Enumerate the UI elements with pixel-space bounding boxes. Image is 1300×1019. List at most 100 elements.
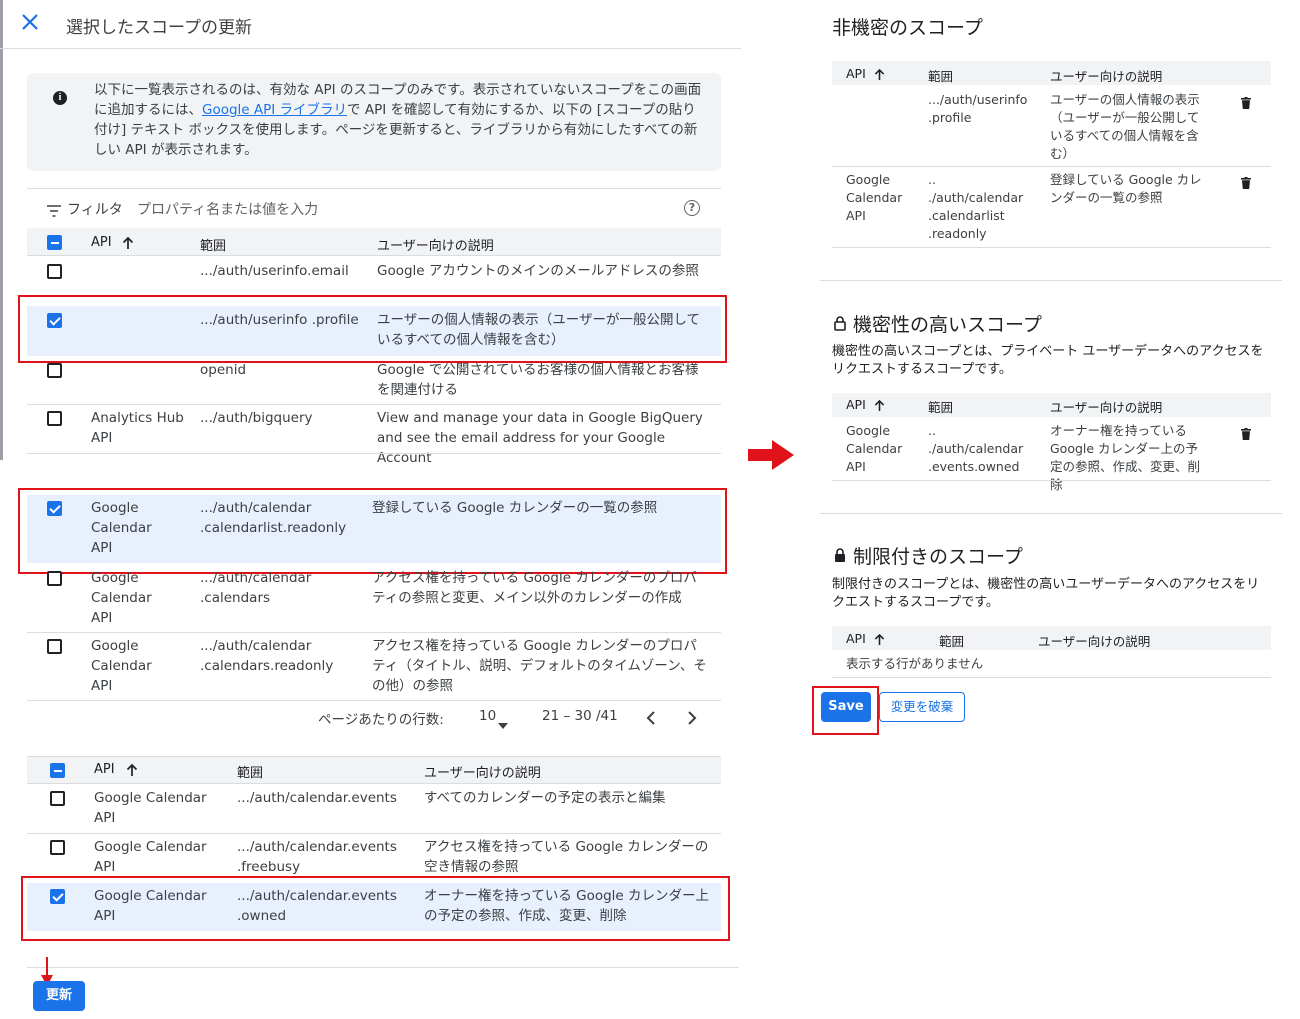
rows-per-page-label: ページあたりの行数: bbox=[318, 712, 444, 728]
row-api: Google Calendar API bbox=[846, 423, 903, 474]
dropdown-icon[interactable] bbox=[498, 714, 508, 733]
sort-arrow-icon[interactable] bbox=[126, 762, 138, 781]
row-scope: .. ./auth/calendar .events.owned bbox=[928, 423, 1024, 474]
row-description: View and manage your data in Google BigQ… bbox=[377, 410, 703, 466]
api-library-link[interactable]: Google API ライブラリ bbox=[202, 102, 347, 118]
close-icon[interactable] bbox=[20, 12, 42, 34]
column-api[interactable]: API bbox=[846, 397, 866, 412]
row-checkbox[interactable] bbox=[47, 639, 62, 654]
sensitive-description: 機密性の高いスコープとは、プライベート ユーザーデータへのアクセスをリクエストす… bbox=[832, 344, 1264, 377]
row-checkbox[interactable] bbox=[50, 791, 65, 806]
column-description: ユーザー向けの説明 bbox=[1038, 634, 1151, 649]
row-description: アクセス権を持っている Google カレンダーの空き情報の参照 bbox=[424, 839, 709, 875]
column-description: ユーザー向けの説明 bbox=[1050, 69, 1163, 84]
row-checkbox[interactable] bbox=[50, 840, 65, 855]
sort-arrow-icon[interactable] bbox=[874, 631, 885, 650]
row-scope: .../auth/bigquery bbox=[200, 410, 313, 426]
row-api: Google Calendar API bbox=[91, 638, 152, 694]
row-divider bbox=[832, 247, 1271, 248]
row-checkbox[interactable] bbox=[47, 411, 62, 426]
arrow-right-icon bbox=[748, 440, 794, 474]
row-divider bbox=[832, 480, 1271, 481]
row-api: Google Calendar API bbox=[846, 172, 903, 223]
row-api: Analytics Hub API bbox=[91, 410, 184, 446]
select-all-checkbox[interactable] bbox=[50, 763, 65, 778]
update-button[interactable]: 更新 bbox=[33, 981, 85, 1011]
row-divider bbox=[27, 404, 721, 405]
row-divider bbox=[27, 700, 721, 701]
highlight-box bbox=[812, 686, 879, 735]
row-divider bbox=[27, 453, 721, 454]
row-description: 登録している Google カレンダーの一覧の参照 bbox=[1050, 172, 1202, 205]
row-api: Google Calendar API bbox=[91, 570, 152, 626]
row-checkbox[interactable] bbox=[47, 264, 62, 279]
column-api[interactable]: API bbox=[846, 66, 866, 81]
row-divider bbox=[832, 677, 1271, 678]
row-scope: .../auth/calendar.events bbox=[237, 790, 397, 806]
column-api[interactable]: API bbox=[846, 631, 866, 646]
discard-button[interactable]: 変更を破棄 bbox=[879, 692, 965, 722]
row-description: アクセス権を持っている Google カレンダーのプロパティの参照と変更、メイン… bbox=[372, 570, 697, 606]
info-icon: i bbox=[53, 91, 67, 105]
section-divider bbox=[820, 280, 1282, 281]
select-all-checkbox[interactable] bbox=[47, 235, 62, 250]
filter-icon bbox=[47, 202, 61, 217]
row-divider bbox=[27, 632, 721, 633]
row-description: Google で公開されているお客様の個人情報とお客様を関連付ける bbox=[377, 362, 699, 398]
row-description: アクセス権を持っている Google カレンダーのプロパティ（タイトル、説明、デ… bbox=[372, 638, 707, 694]
column-description: ユーザー向けの説明 bbox=[1050, 400, 1163, 415]
row-scope: .../auth/userinfo.email bbox=[200, 263, 349, 279]
non-sensitive-title: 非機密のスコープ bbox=[832, 17, 983, 39]
row-description: ユーザーの個人情報の表示（ユーザーが一般公開しているすべての個人情報を含む） bbox=[1050, 92, 1200, 161]
highlight-box bbox=[18, 488, 727, 574]
row-scope: .../auth/userinfo .profile bbox=[928, 92, 1028, 125]
row-description: すべてのカレンダーの予定の表示と編集 bbox=[424, 790, 666, 806]
row-scope: .../auth/calendar.events .freebusy bbox=[237, 839, 397, 875]
trash-icon[interactable] bbox=[1241, 94, 1251, 109]
rows-per-page-select[interactable]: 10 bbox=[479, 708, 496, 724]
row-scope: .. ./auth/calendar .calendarlist .readon… bbox=[928, 172, 1024, 241]
row-api: Google Calendar API bbox=[94, 839, 207, 875]
column-scope: 範囲 bbox=[200, 239, 227, 254]
column-scope: 範囲 bbox=[928, 69, 954, 84]
lock-icon bbox=[834, 316, 846, 335]
page-range: 21 – 30 /41 bbox=[542, 708, 618, 724]
sort-arrow-icon[interactable] bbox=[874, 66, 885, 85]
trash-icon[interactable] bbox=[1241, 425, 1251, 440]
info-text: 以下に一覧表示されるのは、有効な API のスコープのみです。表示されていないス… bbox=[94, 82, 702, 158]
row-scope: openid bbox=[200, 362, 247, 378]
sensitive-title: 機密性の高いスコープ bbox=[853, 314, 1042, 336]
dialog-title: 選択したスコープの更新 bbox=[66, 18, 252, 38]
filter-bar[interactable] bbox=[27, 188, 721, 228]
chevron-right-icon[interactable] bbox=[686, 710, 698, 730]
chevron-left-icon[interactable] bbox=[645, 710, 657, 730]
filter-label: フィルタ bbox=[67, 202, 123, 218]
row-checkbox[interactable] bbox=[47, 571, 62, 586]
sort-arrow-icon[interactable] bbox=[122, 235, 134, 254]
filter-input[interactable]: プロパティ名または値を入力 bbox=[137, 199, 318, 219]
footer-divider bbox=[27, 967, 739, 968]
column-scope: 範囲 bbox=[237, 766, 264, 781]
column-scope: 範囲 bbox=[939, 634, 965, 649]
empty-message: 表示する行がありません bbox=[846, 656, 984, 671]
sort-arrow-icon[interactable] bbox=[874, 397, 885, 416]
lock-icon bbox=[834, 548, 846, 567]
row-description: オーナー権を持っている Google カレンダー上の予定の参照、作成、変更、削除 bbox=[1050, 423, 1201, 492]
column-description: ユーザー向けの説明 bbox=[377, 239, 494, 254]
row-scope: .../auth/calendar .calendars.readonly bbox=[200, 638, 334, 674]
column-api[interactable]: API bbox=[91, 235, 112, 250]
highlight-box bbox=[21, 876, 730, 941]
row-divider bbox=[832, 166, 1271, 167]
row-divider bbox=[27, 833, 721, 834]
row-scope: .../auth/calendar .calendars bbox=[200, 570, 312, 606]
row-description: Google アカウントのメインのメールアドレスの参照 bbox=[377, 263, 699, 279]
column-scope: 範囲 bbox=[928, 400, 954, 415]
trash-icon[interactable] bbox=[1241, 174, 1251, 189]
column-api[interactable]: API bbox=[94, 762, 115, 777]
row-api: Google Calendar API bbox=[94, 790, 207, 826]
restricted-title: 制限付きのスコープ bbox=[853, 546, 1023, 568]
highlight-box bbox=[18, 295, 727, 363]
row-checkbox[interactable] bbox=[47, 363, 62, 378]
section-divider bbox=[820, 513, 1282, 514]
help-icon[interactable]: ? bbox=[684, 200, 700, 216]
